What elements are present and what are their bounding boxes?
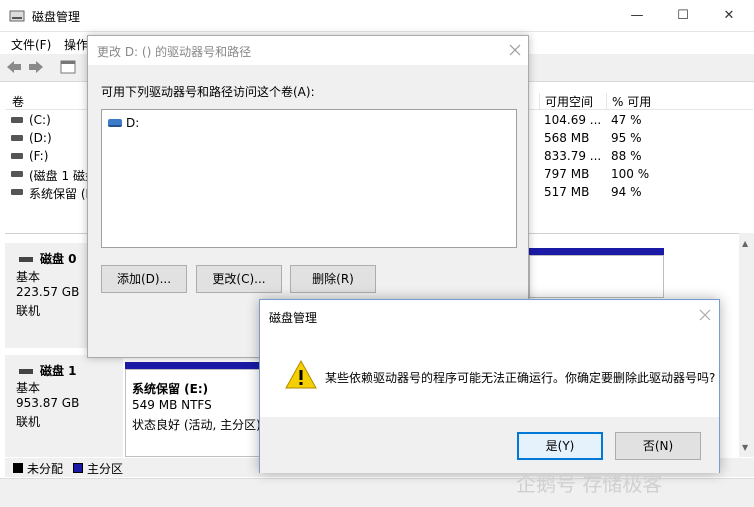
drive-icon xyxy=(11,171,23,177)
forward-arrow-icon[interactable] xyxy=(27,58,45,76)
disk-icon xyxy=(19,257,33,262)
volume-free: 797 MB xyxy=(544,167,590,181)
drive-icon xyxy=(11,189,23,195)
partition-header xyxy=(125,362,265,369)
volume-name: 系统保留 (E xyxy=(29,187,94,201)
back-arrow-icon[interactable] xyxy=(5,58,23,76)
disk-name: 磁盘 0 xyxy=(40,252,77,266)
title-bar: 磁盘管理 — ☐ ✕ xyxy=(0,0,754,32)
partition-size: 549 MB NTFS xyxy=(132,398,212,412)
menu-action[interactable]: 操作 xyxy=(64,36,88,53)
volume-percent: 95 % xyxy=(611,131,642,145)
change-button[interactable]: 更改(C)... xyxy=(196,265,282,293)
disk-size: 953.87 GB xyxy=(16,396,80,410)
close-button[interactable]: ✕ xyxy=(706,0,752,31)
disk-status: 联机 xyxy=(16,415,41,429)
volume-percent: 100 % xyxy=(611,167,650,181)
maximize-button[interactable]: ☐ xyxy=(660,0,706,31)
disk-1-label[interactable]: 磁盘 1 基本 953.87 GB 联机 xyxy=(5,355,123,457)
disk-status: 联机 xyxy=(16,304,41,318)
listbox-item-label: D: xyxy=(126,116,140,130)
menu-file[interactable]: 文件(F) xyxy=(11,36,51,53)
legend-unallocated-swatch xyxy=(13,463,23,473)
confirm-dialog: 磁盘管理 某些依赖驱动器号的程序可能无法正确运行。你确定要删除此驱动器号吗? 是… xyxy=(259,299,720,473)
legend-unallocated: 未分配 xyxy=(27,462,64,476)
drive-letter-listbox[interactable]: D: xyxy=(101,109,517,248)
volume-name: (D:) xyxy=(29,131,52,145)
disk-size: 223.57 GB xyxy=(16,285,80,299)
partition-box[interactable] xyxy=(529,255,664,298)
drive-icon xyxy=(11,135,23,141)
partition-name: 系统保留 (E:) xyxy=(132,382,209,396)
watermark: 企鹅号 存储极客 xyxy=(516,472,663,496)
volume-name: (C:) xyxy=(29,113,51,127)
volume-free: 568 MB xyxy=(544,131,590,145)
warning-icon xyxy=(285,359,317,389)
partition-system-reserved[interactable]: 系统保留 (E:) 549 MB NTFS 状态良好 (活动, 主分区) xyxy=(125,369,265,457)
volume-percent: 47 % xyxy=(611,113,642,127)
properties-icon[interactable] xyxy=(59,58,77,76)
drive-icon xyxy=(108,119,122,127)
yes-button[interactable]: 是(Y) xyxy=(517,432,603,460)
legend-primary-swatch xyxy=(73,463,83,473)
volume-free: 833.79 ... xyxy=(544,149,602,163)
disk-management-icon xyxy=(9,10,25,22)
drive-icon xyxy=(11,153,23,159)
no-button[interactable]: 否(N) xyxy=(615,432,701,460)
drive-icon xyxy=(11,117,23,123)
disk-icon xyxy=(19,369,33,374)
dialog-title: 磁盘管理 xyxy=(269,311,318,325)
volume-free: 517 MB xyxy=(544,185,590,199)
column-volume[interactable]: 卷 xyxy=(7,93,24,110)
scroll-up-icon[interactable]: ▲ xyxy=(742,239,748,248)
volume-free: 104.69 ... xyxy=(544,113,602,127)
volume-percent: 94 % xyxy=(611,185,642,199)
scroll-down-icon[interactable]: ▼ xyxy=(742,443,748,452)
disk-type: 基本 xyxy=(16,381,41,395)
dialog-title-bar: 更改 D: () 的驱动器号和路径 xyxy=(88,36,528,65)
close-icon[interactable] xyxy=(506,41,524,59)
column-free-space[interactable]: 可用空间 xyxy=(539,93,593,110)
remove-button[interactable]: 删除(R) xyxy=(290,265,376,293)
volume-percent: 88 % xyxy=(611,149,642,163)
vertical-scrollbar[interactable]: ▲ ▼ xyxy=(739,233,754,457)
dialog-message: 某些依赖驱动器号的程序可能无法正确运行。你确定要删除此驱动器号吗? xyxy=(325,371,716,385)
disk-name: 磁盘 1 xyxy=(40,364,77,378)
column-percent-free[interactable]: % 可用 xyxy=(606,93,651,110)
dialog-button-area: 是(Y) 否(N) xyxy=(260,417,719,473)
window-title: 磁盘管理 xyxy=(32,10,81,24)
minimize-button[interactable]: — xyxy=(614,0,660,31)
dialog-title: 更改 D: () 的驱动器号和路径 xyxy=(97,45,252,59)
dialog-prompt: 可用下列驱动器号和路径访问这个卷(A): xyxy=(101,85,315,99)
legend-primary: 主分区 xyxy=(87,462,124,476)
partition-header xyxy=(529,248,664,255)
disk-type: 基本 xyxy=(16,270,41,284)
close-icon[interactable] xyxy=(696,306,714,324)
volume-name: (F:) xyxy=(29,149,49,163)
partition-status: 状态良好 (活动, 主分区) xyxy=(132,418,261,432)
add-button[interactable]: 添加(D)... xyxy=(101,265,187,293)
